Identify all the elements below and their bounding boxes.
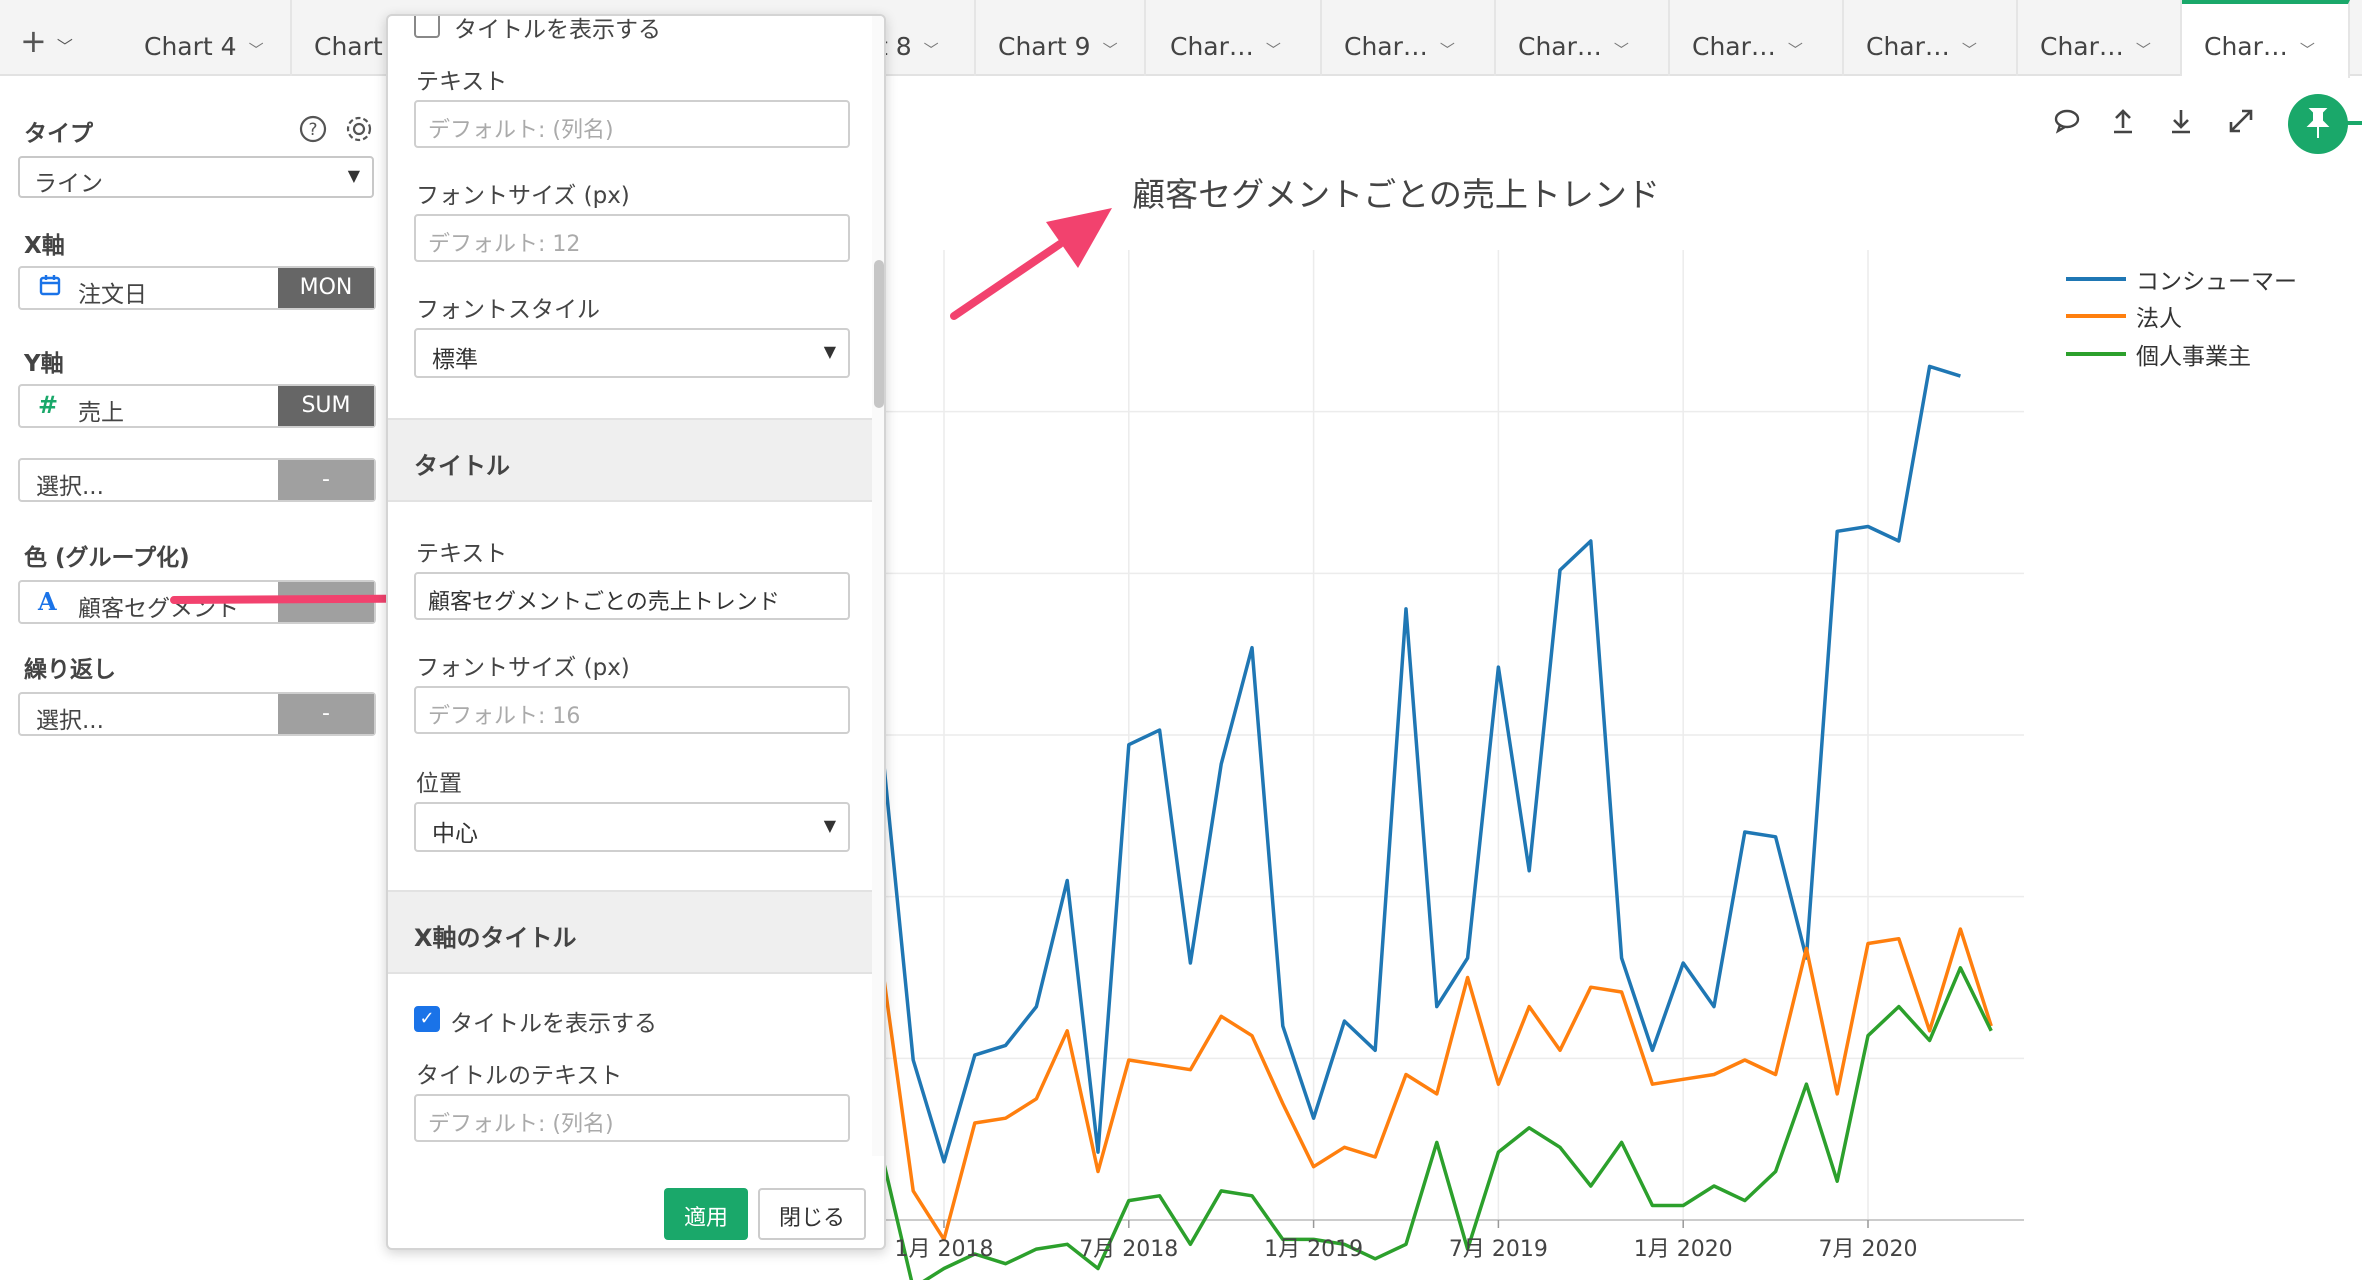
- y-axis-second-placeholder: 選択...: [36, 474, 104, 500]
- tab-chart-11[interactable]: Char… ﹀: [1322, 0, 1496, 76]
- y-axis-second-field[interactable]: 選択... -: [18, 458, 376, 502]
- font-style-label: フォントスタイル: [416, 297, 600, 323]
- show-title-checkbox[interactable]: ✓: [414, 1006, 440, 1032]
- title-font-size-label: フォントサイズ (px): [416, 655, 630, 681]
- number-hash-icon: #: [38, 391, 59, 419]
- chart-legend: コンシューマー 法人 個人事業主: [2066, 269, 2297, 370]
- x-tick-label: 1月 2019: [1264, 1237, 1363, 1262]
- x-axis-title-text-label: タイトルのテキスト: [416, 1063, 623, 1089]
- repeat-label: 繰り返し: [24, 657, 116, 683]
- chevron-down-icon: ﹀: [1102, 41, 1118, 59]
- x-axis-field[interactable]: 注文日 MON: [18, 266, 376, 310]
- dropdown-arrow-icon: ▼: [823, 342, 836, 361]
- tab-chart-active[interactable]: Char… ﹀: [2182, 0, 2350, 78]
- plus-icon: +: [20, 22, 47, 60]
- y-axis-field[interactable]: # 売上 SUM: [18, 384, 376, 428]
- y-axis-second-aggregation[interactable]: -: [278, 460, 374, 500]
- tab-chart-14[interactable]: Char… ﹀: [1844, 0, 2018, 76]
- chevron-down-icon: ﹀: [1439, 41, 1455, 59]
- chart-gridlines: [868, 250, 2024, 1221]
- series-line-consumer: [851, 364, 1961, 1164]
- x-axis-aggregation[interactable]: MON: [278, 268, 374, 308]
- dropdown-arrow-icon: ▼: [347, 166, 360, 185]
- title-section-header: タイトル: [388, 418, 872, 502]
- x-tick-label: 1月 2020: [1634, 1237, 1733, 1262]
- tab-chart-9[interactable]: Chart 9 ﹀: [976, 0, 1146, 76]
- tab-chart-10[interactable]: Char… ﹀: [1148, 0, 1322, 76]
- repeat-aggregation[interactable]: -: [278, 694, 374, 734]
- expand-icon[interactable]: [2226, 106, 2256, 143]
- calendar-icon: [38, 273, 62, 303]
- dropdown-arrow-icon: ▼: [823, 816, 836, 835]
- chevron-down-icon: ﹀: [1961, 41, 1977, 59]
- x-axis-title-section-header: X軸のタイトル: [388, 890, 872, 974]
- legend-label-consumer: コンシューマー: [2136, 269, 2297, 295]
- help-icon[interactable]: ?: [298, 114, 328, 148]
- chart-title: 顧客セグメントごとの売上トレンド: [1132, 175, 1660, 214]
- y-axis-aggregation[interactable]: SUM: [278, 386, 374, 426]
- chart-series-lines: [849, 364, 1993, 1280]
- repeat-field[interactable]: 選択... -: [18, 692, 376, 736]
- chevron-down-icon: ﹀: [2135, 41, 2151, 59]
- font-size-label: フォントサイズ (px): [416, 183, 630, 209]
- position-select[interactable]: 中心 ▼: [414, 802, 850, 852]
- font-size-input[interactable]: デフォルト: 12: [414, 214, 850, 262]
- upload-icon[interactable]: [2108, 106, 2138, 143]
- pin-icon[interactable]: [2288, 94, 2348, 154]
- svg-text:?: ?: [308, 120, 317, 140]
- popup-scrollbar-track[interactable]: [872, 16, 884, 1156]
- chevron-down-icon: ﹀: [923, 41, 939, 59]
- chevron-down-icon: ﹀: [2299, 41, 2315, 59]
- legend-label-corporate: 法人: [2136, 306, 2182, 332]
- tab-chart-4[interactable]: Chart 4 ﹀: [122, 0, 292, 76]
- show-title-label: タイトルを表示する: [450, 1011, 657, 1037]
- comment-icon[interactable]: [2052, 106, 2082, 143]
- annotation-arrow-title: [950, 208, 1112, 320]
- tab-chart-8[interactable]: t 8 ﹀: [872, 0, 976, 76]
- repeat-placeholder: 選択...: [36, 708, 104, 734]
- x-axis-label: X軸: [24, 233, 65, 259]
- text-label: テキスト: [416, 69, 508, 95]
- title-text-input[interactable]: 顧客セグメントごとの売上トレンド: [414, 572, 850, 620]
- font-style-select[interactable]: 標準 ▼: [414, 328, 850, 378]
- tab-chart-5[interactable]: Chart: [292, 0, 392, 76]
- chevron-down-icon: ﹀: [1265, 41, 1281, 59]
- apply-button[interactable]: 適用: [664, 1188, 748, 1240]
- axis-title-settings-popup: タイトルを表示する テキスト デフォルト: (列名) フォントサイズ (px) …: [386, 14, 886, 1250]
- close-button[interactable]: 閉じる: [758, 1188, 866, 1240]
- chart-tab-bar: + ﹀ Chart 4 ﹀ Chart t 8 ﹀ Chart 9 ﹀ Char… ﹀ C…: [0, 0, 2362, 78]
- show-title-label-top: タイトルを表示する: [454, 17, 661, 43]
- x-tick-label: 7月 2018: [1079, 1237, 1178, 1262]
- chevron-down-icon: ﹀: [248, 41, 264, 59]
- tab-chart-13[interactable]: Char… ﹀: [1670, 0, 1844, 76]
- chevron-down-icon: ﹀: [1613, 41, 1629, 59]
- x-tick-label: 1月 2018: [895, 1237, 994, 1262]
- tab-chart-15[interactable]: Char… ﹀: [2018, 0, 2182, 76]
- type-label: タイプ: [24, 121, 93, 147]
- text-input[interactable]: デフォルト: (列名): [414, 100, 850, 148]
- x-tick-label: 7月 2020: [1819, 1237, 1918, 1262]
- chevron-down-icon: ﹀: [1787, 41, 1803, 59]
- x-axis-field-name: 注文日: [78, 282, 147, 308]
- pin-connector: [2346, 121, 2362, 125]
- chevron-down-icon: ﹀: [56, 37, 73, 56]
- title-text-label: テキスト: [416, 541, 508, 567]
- gear-icon[interactable]: [344, 114, 374, 148]
- title-font-size-input[interactable]: デフォルト: 16: [414, 686, 850, 734]
- text-type-icon: A: [38, 587, 57, 616]
- y-axis-field-name: 売上: [78, 400, 124, 426]
- color-group-label: 色 (グループ化): [24, 545, 190, 571]
- chart-settings-sidebar: タイプ ? ライン ▼ X軸 注文日 MON Y軸 # 売上 SUM 選択... …: [0, 78, 388, 1280]
- y-axis-label: Y軸: [24, 351, 64, 377]
- x-tick-label: 7月 2019: [1449, 1237, 1548, 1262]
- show-title-checkbox-top[interactable]: [414, 16, 440, 38]
- legend-label-home-office: 個人事業主: [2136, 344, 2251, 370]
- tab-chart-12[interactable]: Char… ﹀: [1496, 0, 1670, 76]
- add-tab-button[interactable]: + ﹀: [20, 22, 73, 60]
- x-axis-title-text-input[interactable]: デフォルト: (列名): [414, 1094, 850, 1142]
- chart-type-select[interactable]: ライン ▼: [18, 156, 374, 198]
- popup-scrollbar-thumb[interactable]: [874, 260, 884, 408]
- download-icon[interactable]: [2166, 106, 2196, 143]
- position-label: 位置: [416, 771, 462, 797]
